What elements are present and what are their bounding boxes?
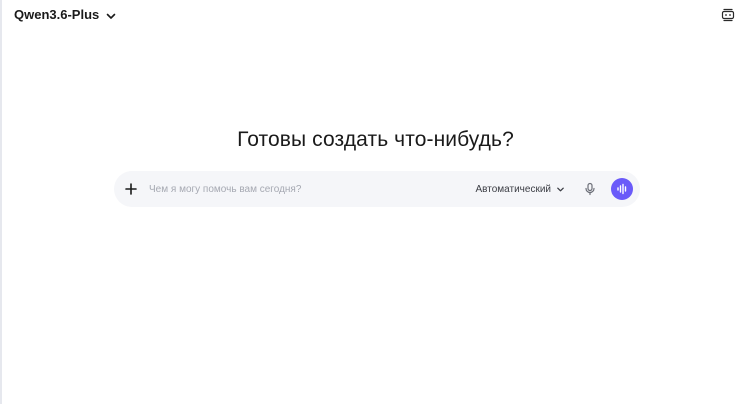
microphone-icon xyxy=(583,182,597,196)
model-name: Qwen3.6-Plus xyxy=(14,7,100,22)
voice-mode-button[interactable] xyxy=(611,178,633,200)
temporary-chat-button[interactable] xyxy=(719,6,737,24)
chevron-down-icon xyxy=(556,185,565,194)
temporary-chat-icon xyxy=(721,8,735,22)
chat-input[interactable] xyxy=(149,177,476,201)
chevron-down-icon xyxy=(105,9,117,21)
model-selector[interactable]: Qwen3.6-Plus xyxy=(14,6,117,24)
window-left-border xyxy=(0,0,2,404)
chat-composer: Автоматический xyxy=(114,171,640,207)
attach-button[interactable] xyxy=(120,178,142,200)
top-bar: Qwen3.6-Plus xyxy=(0,0,751,30)
voice-wave-icon xyxy=(616,183,628,195)
mode-selector[interactable]: Автоматический xyxy=(476,184,566,195)
page-title: Готовы создать что-нибудь? xyxy=(237,128,514,151)
microphone-button[interactable] xyxy=(581,180,599,198)
mode-label: Автоматический xyxy=(475,183,552,195)
plus-icon xyxy=(125,183,137,195)
